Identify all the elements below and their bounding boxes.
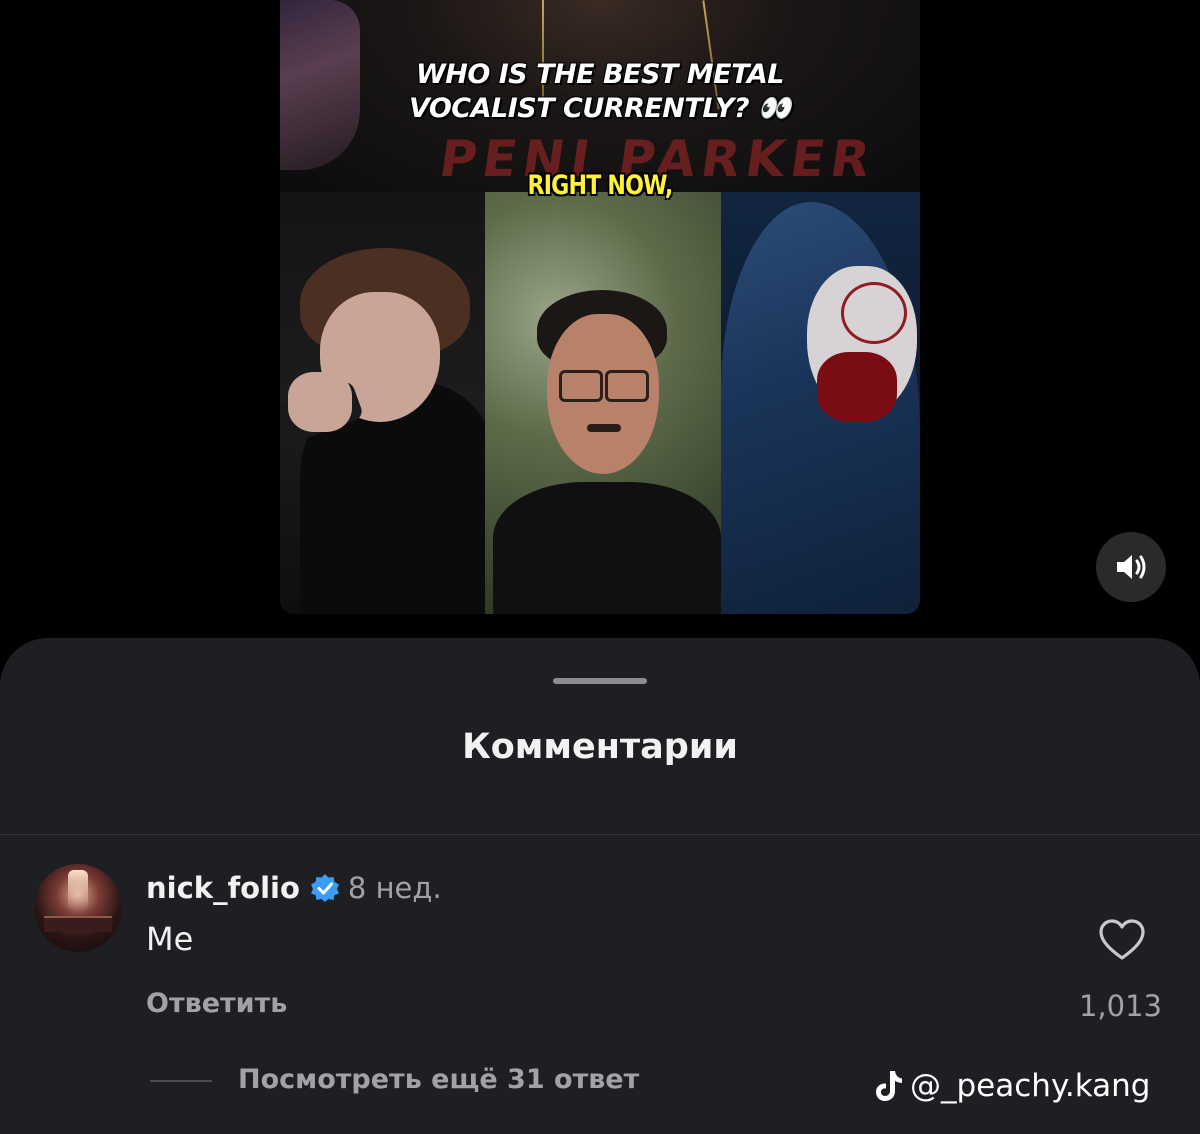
video-caption-line: VOCALIST CURRENTLY? 👀 — [408, 93, 792, 124]
mask-blood — [817, 352, 897, 422]
video-subtitle: RIGHT NOW, — [527, 170, 674, 201]
photo-panel-left — [280, 192, 485, 614]
comment-header: nick_folio 8 нед. — [146, 868, 442, 908]
mustache — [587, 424, 621, 432]
tiktok-icon — [876, 1071, 902, 1101]
comment-timestamp: 8 нед. — [347, 871, 442, 905]
reply-button[interactable]: Ответить — [146, 986, 287, 1022]
avatar-stage-light — [68, 870, 88, 910]
photo-panel-right — [721, 192, 920, 614]
watermark-handle: @_peachy.kang — [910, 1068, 1151, 1104]
verified-badge-icon — [310, 874, 339, 902]
avatar[interactable] — [34, 864, 122, 952]
sheet-title: Комментарии — [462, 727, 738, 767]
sound-button[interactable] — [1096, 532, 1166, 602]
replies-connector-line — [150, 1080, 212, 1082]
video-player[interactable]: PENI PARKER WHO IS THE BEST METAL VOCALI… — [280, 0, 920, 614]
view-replies-button[interactable]: Посмотреть ещё 31 ответ — [238, 1062, 639, 1098]
speaker-volume-icon — [1117, 555, 1146, 579]
video-caption: WHO IS THE BEST METAL VOCALIST CURRENTLY… — [280, 58, 920, 126]
mask-sigil — [841, 282, 907, 344]
divider — [0, 834, 1200, 835]
video-top-frame: PENI PARKER WHO IS THE BEST METAL VOCALI… — [280, 0, 920, 192]
comment-text: Me — [146, 920, 194, 958]
glasses-lens — [605, 370, 649, 402]
video-caption-line: WHO IS THE BEST METAL — [415, 59, 785, 90]
comments-sheet: Комментарии nick_folio 8 нед. Me Ответит… — [0, 638, 1200, 1134]
heart-icon[interactable] — [1098, 918, 1146, 962]
watermark: @_peachy.kang — [874, 1066, 1150, 1106]
sheet-grabber[interactable] — [553, 678, 647, 684]
screen: PENI PARKER WHO IS THE BEST METAL VOCALI… — [0, 0, 1200, 1134]
glasses-lens — [559, 370, 603, 402]
figure-hand — [288, 372, 352, 432]
avatar-stage — [44, 916, 112, 932]
comment-username[interactable]: nick_folio — [146, 871, 300, 905]
photo-panel-middle — [485, 192, 721, 614]
like-count: 1,013 — [1078, 989, 1162, 1023]
figure-body — [493, 482, 721, 614]
